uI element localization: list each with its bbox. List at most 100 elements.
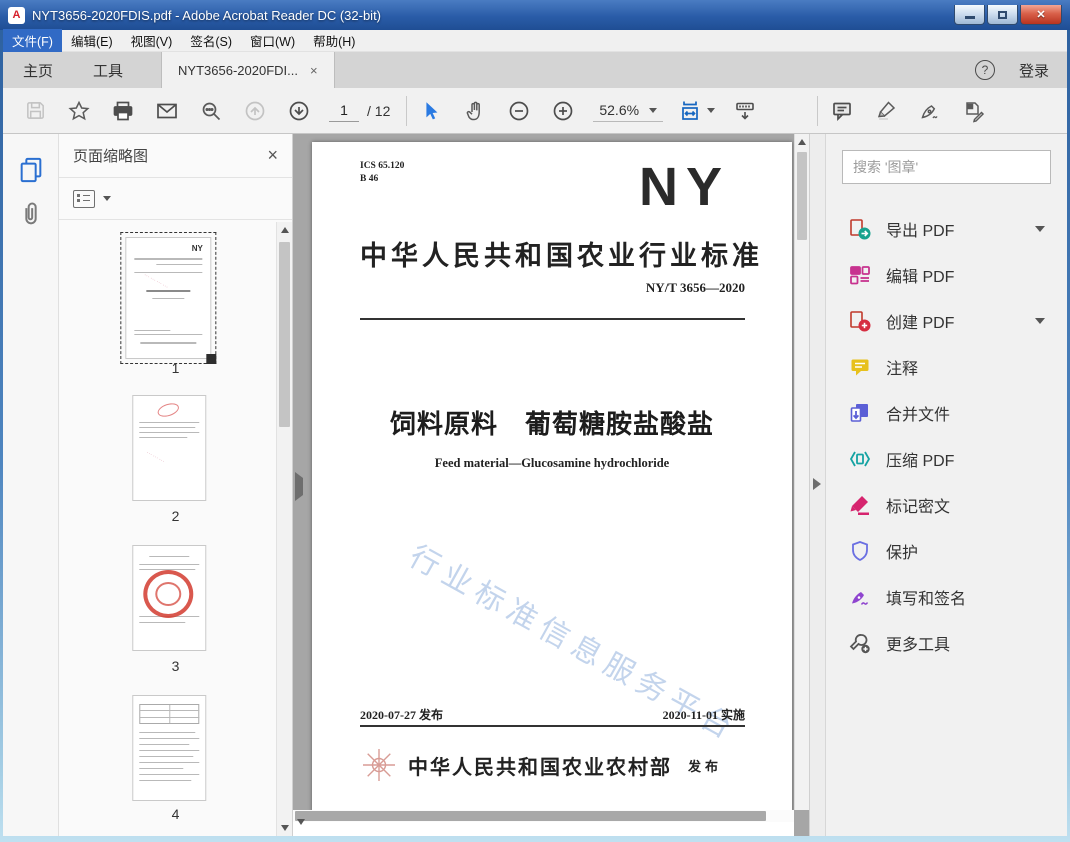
menu-help[interactable]: 帮助(H) [304,29,364,52]
scroll-down-arrow[interactable] [293,814,308,830]
select-tool-button[interactable] [417,96,445,126]
zoom-out-button[interactable] [505,96,533,126]
window-controls: ✕ [954,5,1062,25]
favorites-button[interactable] [65,96,93,126]
scroll-up-arrow[interactable] [277,222,292,238]
hand-tool-button[interactable] [461,96,489,126]
menu-sign[interactable]: 签名(S) [181,29,241,52]
acrobat-app-icon: A [8,6,25,24]
sign-in-button[interactable]: 登录 [1019,60,1049,81]
tool-compress-pdf[interactable]: 压缩 PDF [842,436,1051,482]
zoom-in-button[interactable] [549,96,577,126]
dates-row: 2020-07-27 发布 2020-11-01 实施 [360,706,745,723]
tool-create-pdf[interactable]: 创建 PDF [842,298,1051,344]
highlight-icon [877,101,896,120]
document-horizontal-scrollbar[interactable] [293,810,794,822]
tabbar: 主页 工具 NYT3656-2020FDI... × ? 登录 [3,52,1067,88]
collapse-left-pane-handle[interactable] [295,472,303,501]
save-button[interactable] [21,96,49,126]
collapse-right-pane-handle[interactable] [813,478,821,490]
titlebar[interactable]: A NYT3656-2020FDIS.pdf - Adobe Acrobat R… [0,0,1070,30]
thumbnail-page-1[interactable]: NY ⋯⋯⋯⋯ [119,232,216,364]
document-bottom-gap [293,822,794,836]
tools-search-input[interactable] [842,150,1051,184]
thumbnail-page-3-preview [131,545,206,651]
tools-list: 导出 PDF 编辑 PDF 创建 PDF 注释 合并文件 压缩 PDF 标记密文… [842,206,1051,666]
divider [360,725,745,727]
thumbnail-page-3[interactable] [127,540,211,656]
print-button[interactable] [109,96,137,126]
tool-label: 压缩 PDF [886,453,955,470]
tool-label: 保护 [886,545,919,562]
scrollbar-thumb[interactable] [279,242,290,427]
scroll-up-arrow[interactable] [795,134,809,150]
publisher-row: 中华人民共和国农业农村部 发布 [360,746,745,784]
help-icon[interactable]: ? [974,60,995,80]
document-vertical-scrollbar[interactable] [794,134,809,810]
email-button[interactable] [153,96,181,126]
menu-edit[interactable]: 编辑(E) [62,29,122,52]
menu-view[interactable]: 视图(V) [122,29,182,52]
scrollbar-thumb[interactable] [797,152,807,240]
maximize-button[interactable] [987,5,1018,25]
page-number-input[interactable] [329,99,359,122]
panel-close-icon[interactable]: × [267,145,278,166]
divider [360,318,745,320]
close-button[interactable]: ✕ [1020,5,1062,25]
scroll-down-arrow[interactable] [277,820,292,836]
page-display-button[interactable] [731,96,759,126]
tool-label: 合并文件 [886,407,951,424]
tab-close-icon[interactable]: × [310,63,318,78]
previous-page-button[interactable] [241,96,269,126]
standard-heading: 中华人民共和国农业行业标准 [360,241,763,271]
edit-pdf-icon [850,266,870,285]
fit-width-button[interactable] [679,96,716,126]
thumbnail-page-4[interactable] [127,690,211,806]
thumbnail-options-icon[interactable] [73,189,95,208]
thumbnail-page-2-preview: ⋯⋯⋯ [131,395,206,501]
search-icon [202,102,221,120]
chevron-down-icon[interactable] [1035,318,1045,324]
publisher-name: 中华人民共和国农业农村部 [408,756,672,779]
zoom-level-dropdown[interactable]: 52.6% [593,99,664,122]
chevron-down-icon[interactable] [103,196,111,201]
document-view[interactable]: ICS 65.120 B 46 NY 中华人民共和国农业行业标准 NY/T 36… [293,134,809,810]
comment-tool-button[interactable] [828,96,856,126]
next-page-button[interactable] [285,96,313,126]
stamp-icon [966,102,985,123]
tool-edit-pdf[interactable]: 编辑 PDF [842,252,1051,298]
tool-fill-sign[interactable]: 填写和签名 [842,574,1051,620]
page-down-icon [289,101,309,120]
tool-combine-files[interactable]: 合并文件 [842,390,1051,436]
ministry-emblem-icon [363,749,395,781]
page-up-icon [245,101,265,120]
scrollbar-thumb[interactable] [295,811,766,821]
chevron-down-icon[interactable] [1035,226,1045,232]
tool-label: 标记密文 [886,499,951,516]
combine-files-icon [850,404,868,422]
fill-sign-tool-button[interactable] [916,96,944,126]
tab-tools[interactable]: 工具 [73,52,143,88]
maximize-icon [998,10,1007,19]
search-button[interactable] [197,96,225,126]
tool-more-tools[interactable]: 更多工具 [842,620,1051,666]
menu-file[interactable]: 文件(F) [3,29,62,52]
menu-window[interactable]: 窗口(W) [241,29,304,52]
tool-export-pdf[interactable]: 导出 PDF [842,206,1051,252]
tool-protect[interactable]: 保护 [842,528,1051,574]
page-thumbnails-pane-button[interactable] [17,156,45,184]
minimize-button[interactable] [954,5,985,25]
toolbar-separator [406,95,408,126]
thumbnail-scrollbar[interactable] [276,222,292,836]
thumbnail-page-2[interactable]: ⋯⋯⋯ [127,390,211,506]
highlight-tool-button[interactable] [872,96,900,126]
tab-home[interactable]: 主页 [3,52,73,88]
create-pdf-icon [850,311,871,332]
navigation-pane-strip [3,134,59,836]
tool-redact[interactable]: 标记密文 [842,482,1051,528]
tool-comment[interactable]: 注释 [842,344,1051,390]
stamp-tool-button[interactable] [960,96,988,126]
attachments-pane-button[interactable] [17,200,45,228]
thumbnail-list: NY ⋯⋯⋯⋯ 1 ⋯⋯⋯ 2 3 4 [59,220,292,836]
tab-document[interactable]: NYT3656-2020FDI... × [161,52,335,88]
